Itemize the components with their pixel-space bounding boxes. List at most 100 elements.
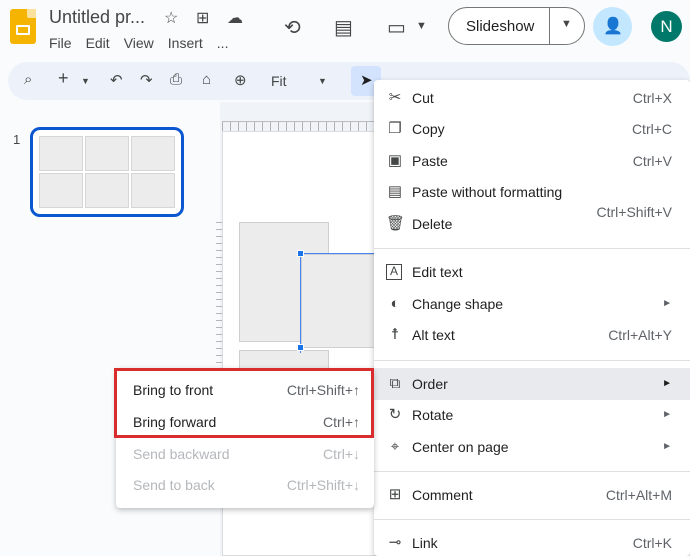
menu-divider [374,471,690,472]
menu-view[interactable]: View [124,35,154,51]
center-icon: ⌖ [390,438,400,455]
menu-item-label: Rotate [412,407,454,423]
move-folder-icon[interactable]: ⊞ [196,8,209,28]
submenu-item-label: Send to back [133,477,215,493]
highlight-annotation-box [114,368,374,438]
trash-icon: 🗑 [386,215,406,232]
menu-item-paste[interactable]: ▣ Paste Ctrl+V [374,145,690,177]
thumbnail-box [131,173,175,208]
menu-item-label: Comment [412,487,473,503]
star-icon[interactable]: ☆ [164,8,178,28]
menu-item-comment[interactable]: ⊞ Comment Ctrl+Alt+M [374,479,690,511]
paint-format-icon[interactable]: ⌂ [202,71,211,88]
menu-item-alt-text[interactable]: ☨ Alt text Ctrl+Alt+Y [374,319,690,351]
slide-thumbnail[interactable] [30,127,184,217]
menu-item-label: Delete [412,216,453,232]
slideshow-button[interactable]: Slideshow ▼ [448,7,585,45]
menu-item-paste-without-formatting[interactable]: ▤ Paste without formatting Ctrl+Shift+V [374,176,690,220]
thumbnail-box [85,173,129,208]
menu-item-label: Order [412,376,448,392]
cloud-status-icon[interactable]: ☁ [227,8,243,28]
menu-edit[interactable]: Edit [86,35,110,51]
rotate-icon: ↻ [388,406,402,423]
zoom-select[interactable]: Fit [271,73,287,89]
menu-bar: File Edit View Insert ... [49,35,242,51]
resize-handle[interactable] [297,250,304,257]
link-icon: ⊸ [388,534,402,551]
menu-item-label: Paste without formatting [412,184,563,200]
avatar[interactable]: N [651,11,682,42]
search-menus-icon[interactable]: ⌕ [24,71,32,88]
menu-item-change-shape[interactable]: ◐ Change shape ► [374,288,690,320]
comments-icon[interactable]: ▤ [334,15,353,40]
slide-number: 1 [13,132,21,147]
scissors-icon: ✂ [388,89,402,106]
print-icon[interactable]: ⎙ [170,71,182,88]
menu-item-label: Link [412,535,438,551]
slideshow-dropdown-icon[interactable]: ▼ [561,18,572,30]
submenu-send-to-back: Send to back Ctrl+Shift+↓ [116,469,374,501]
meet-dropdown-icon[interactable]: ▼ [416,20,427,32]
menu-file[interactable]: File [49,35,72,51]
menu-item-label: Cut [412,90,434,106]
submenu-arrow-icon: ► [662,298,672,309]
document-title[interactable]: Untitled pr... [49,7,145,28]
resize-handle[interactable] [297,344,304,351]
menu-item-cut[interactable]: ✂ Cut Ctrl+X [374,82,690,114]
menu-insert[interactable]: Insert [168,35,203,51]
menu-item-shortcut: Ctrl+V [632,153,672,169]
menu-item-order[interactable]: ⧉ Order ► [374,368,690,400]
menu-item-label: Alt text [412,327,455,343]
menu-item-rotate[interactable]: ↻ Rotate ► [374,399,690,431]
menu-item-edit-text[interactable]: A Edit text [374,256,690,288]
app-header: Untitled pr... ☆ ⊞ ☁ File Edit View Inse… [0,0,690,58]
submenu-arrow-icon: ► [662,441,672,452]
thumbnail-box [85,136,129,171]
menu-item-label: Paste [412,153,448,169]
context-menu: ✂ Cut Ctrl+X ❐ Copy Ctrl+C ▣ Paste Ctrl+… [374,80,690,556]
menu-item-label: Change shape [412,296,504,312]
redo-icon[interactable]: ↷ [140,71,153,89]
menu-item-shortcut: Ctrl+Alt+Y [608,327,672,343]
menu-item-shortcut: Ctrl+Alt+M [605,487,672,503]
submenu-arrow-icon: ► [662,409,672,420]
menu-item-label: Edit text [412,264,463,280]
new-slide-icon[interactable]: + [58,68,69,89]
menu-item-label: Copy [412,121,445,137]
menu-item-link[interactable]: ⊸ Link Ctrl+K [374,527,690,556]
menu-item-shortcut: Ctrl+K [632,535,672,551]
shapes-icon: ◐ [390,295,400,312]
thumbnail-grid [39,136,175,208]
clipboard-text-icon: ▤ [387,183,403,200]
clipboard-icon: ▣ [387,152,403,169]
comment-icon: ⊞ [388,486,402,503]
menu-item-shortcut: Ctrl+X [632,90,672,106]
horizontal-ruler[interactable] [222,121,382,131]
menu-item-delete[interactable]: 🗑 Delete [374,208,690,240]
text-box-icon: A [386,264,402,280]
accessibility-icon: ☨ [390,326,400,343]
copy-icon: ❐ [388,120,402,137]
selection-border-left [300,253,301,353]
thumbnail-box [39,136,83,171]
cursor-icon: ➤ [360,72,373,89]
share-button[interactable]: 👤 [593,7,632,46]
new-slide-dropdown-icon[interactable]: ▼ [81,76,90,86]
submenu-send-backward: Send backward Ctrl+↓ [116,438,374,470]
zoom-icon[interactable]: ⊕ [234,71,247,89]
add-person-icon: 👤 [603,18,623,35]
meet-camera-icon[interactable]: ▭ [387,15,406,40]
zoom-dropdown-icon[interactable]: ▼ [318,76,327,86]
menu-item-label: Center on page [412,439,509,455]
undo-icon[interactable]: ↶ [110,71,123,89]
menu-more[interactable]: ... [217,35,229,51]
layers-icon: ⧉ [389,375,401,392]
submenu-item-shortcut: Ctrl+↓ [323,446,360,462]
version-history-icon[interactable]: ⟲ [284,15,301,40]
slideshow-label: Slideshow [466,18,535,35]
menu-item-center-on-page[interactable]: ⌖ Center on page ► [374,431,690,463]
menu-item-shortcut: Ctrl+C [631,121,672,137]
slideshow-separator [549,8,550,44]
menu-item-copy[interactable]: ❐ Copy Ctrl+C [374,113,690,145]
slides-logo-icon[interactable] [10,9,36,44]
